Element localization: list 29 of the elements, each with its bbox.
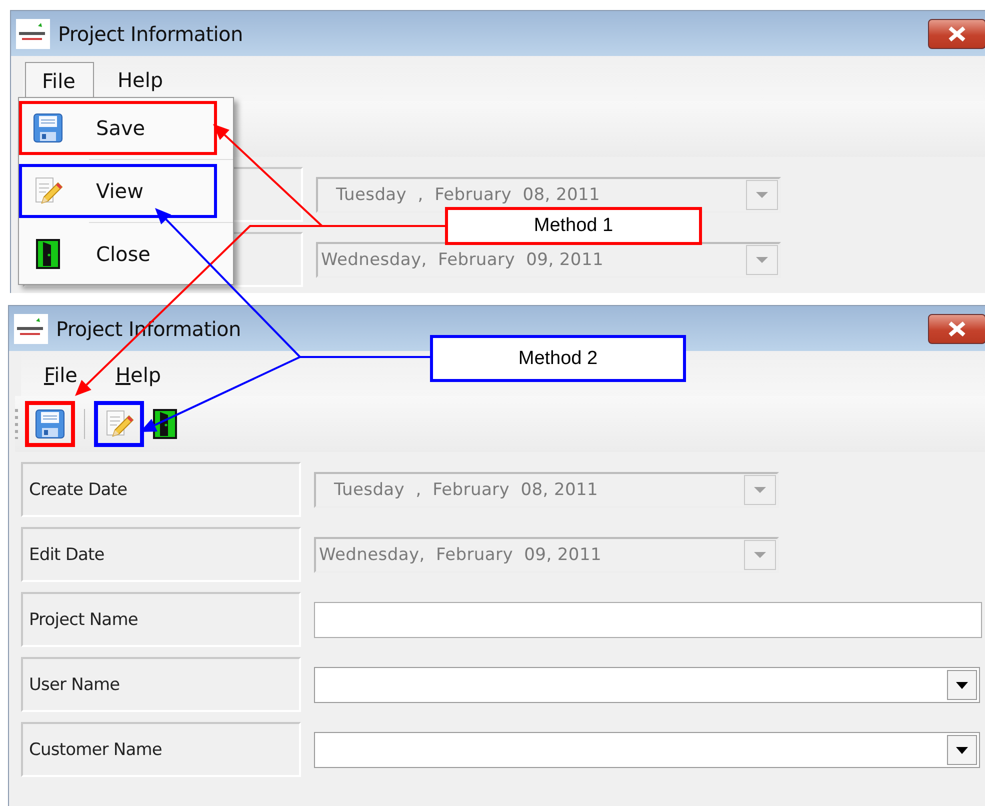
menu-item[interactable]: Help — [104, 61, 178, 101]
window-title: Project Information — [58, 22, 244, 46]
door-icon — [35, 238, 61, 270]
field-label: User Name — [21, 657, 301, 712]
app-logo-icon — [14, 314, 48, 344]
callout-label: Method 1 — [445, 207, 702, 245]
toolbar-grip — [15, 409, 18, 439]
close-icon — [947, 26, 967, 42]
close-icon — [947, 320, 967, 336]
menu-item[interactable]: Save — [19, 101, 217, 155]
field-label: Project Name — [21, 592, 301, 647]
date-picker[interactable]: Tuesday , February 08, 2011 — [314, 472, 779, 508]
menu-item[interactable]: Help — [102, 356, 176, 396]
door-icon — [152, 408, 178, 440]
date-picker[interactable]: Wednesday, February 09, 2011 — [314, 536, 779, 572]
toolbar-button[interactable] — [94, 401, 144, 447]
date-picker[interactable]: Wednesday, February 09, 2011 — [316, 242, 781, 278]
close-button[interactable] — [928, 18, 985, 48]
callout-label: Method 2 — [430, 335, 686, 382]
close-button[interactable] — [928, 314, 985, 344]
field-label: Customer Name — [21, 722, 301, 777]
app-logo-icon — [16, 18, 50, 48]
menu-item[interactable]: File — [31, 356, 92, 396]
menu-item[interactable]: View — [19, 164, 217, 218]
field-label: Edit Date — [21, 527, 301, 582]
date-picker[interactable]: Tuesday , February 08, 2011 — [316, 176, 781, 212]
field-label: Create Date — [21, 462, 301, 517]
menu-item[interactable]: Close — [19, 227, 217, 281]
text-input[interactable] — [314, 602, 982, 638]
